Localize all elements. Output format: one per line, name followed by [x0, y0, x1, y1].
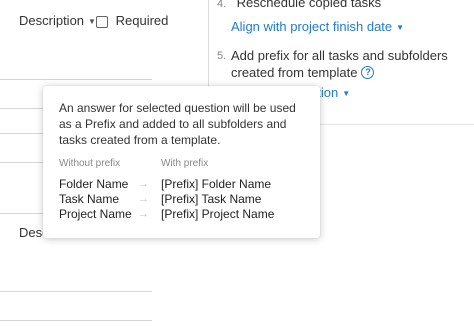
- table-divider: [0, 79, 152, 80]
- step-text: Reschedule copied tasks: [236, 0, 382, 10]
- info-icon[interactable]: ?: [361, 66, 375, 80]
- example-with-prefix: [Prefix] Project Name: [161, 207, 275, 221]
- caret-down-icon: ▼: [342, 89, 351, 98]
- arrow-right-icon: →: [138, 178, 149, 190]
- step-number: 4.: [217, 0, 227, 10]
- caret-down-icon: ▼: [88, 17, 96, 26]
- align-dropdown-label: Align with project finish date: [231, 19, 393, 34]
- without-prefix-header: Without prefix: [59, 158, 121, 169]
- required-checkbox[interactable]: [96, 15, 108, 28]
- description-column-header[interactable]: Description ▼: [19, 13, 96, 28]
- table-divider: [0, 320, 152, 321]
- step-text: Add prefix for all tasks and subfolders …: [231, 48, 448, 80]
- caret-down-icon: ▼: [396, 23, 405, 32]
- step-5: Add prefix for all tasks and subfolders …: [231, 47, 461, 81]
- example-without-prefix: Folder Name: [59, 177, 129, 191]
- required-column-header: Required: [96, 13, 168, 28]
- tooltip-description: An answer for selected question will be …: [59, 101, 296, 147]
- description-header-label: Description: [19, 13, 85, 28]
- step-number: 5.: [217, 50, 227, 62]
- prefix-tooltip: An answer for selected question will be …: [43, 86, 320, 238]
- example-without-prefix: Task Name: [59, 192, 120, 206]
- step-4: 4. Reschedule copied tasks: [217, 0, 381, 12]
- with-prefix-header: With prefix: [161, 158, 209, 169]
- required-header-label: Required: [115, 13, 169, 28]
- align-dropdown[interactable]: Align with project finish date ▼: [231, 19, 404, 34]
- arrow-right-icon: →: [138, 193, 149, 205]
- example-with-prefix: [Prefix] Folder Name: [161, 177, 272, 191]
- example-without-prefix: Project Name: [59, 207, 132, 221]
- table-divider: [0, 291, 152, 292]
- arrow-right-icon: →: [138, 208, 149, 220]
- example-with-prefix: [Prefix] Task Name: [161, 192, 262, 206]
